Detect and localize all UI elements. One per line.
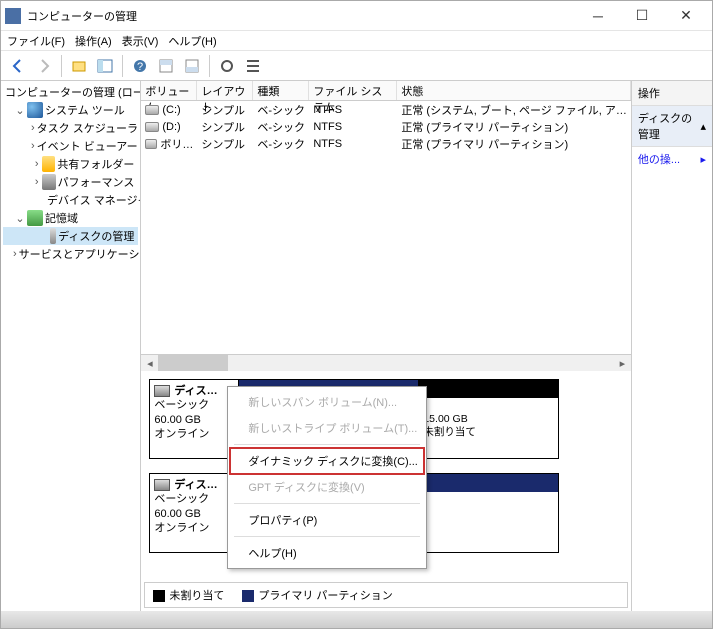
window-title: コンピューターの管理: [27, 8, 576, 24]
chevron-down-icon[interactable]: ⌄: [13, 212, 27, 225]
menu-view[interactable]: 表示(V): [122, 33, 159, 49]
help-icon[interactable]: ?: [129, 55, 151, 77]
storage-icon: [27, 210, 43, 226]
volume-list[interactable]: ボリューム レイアウト 種類 ファイル システム 状態 (C:)シンプルベ-シッ…: [141, 81, 631, 371]
tree-task-scheduler[interactable]: ›タスク スケジューラ: [3, 119, 138, 137]
menu-separator: [234, 536, 420, 537]
nav-tree[interactable]: コンピューターの管理 (ローカル) ⌄システム ツール ›タスク スケジューラ …: [1, 81, 141, 611]
disk-partition[interactable]: 15.00 GB未割り当て: [419, 379, 559, 459]
show-hide-tree-button[interactable]: [94, 55, 116, 77]
tree-performance[interactable]: ›パフォーマンス: [3, 173, 138, 191]
folder-icon: [42, 156, 55, 172]
tree-device-manager[interactable]: デバイス マネージャー: [3, 191, 138, 209]
menu-convert-gpt[interactable]: GPT ディスクに変換(V): [230, 474, 424, 500]
menu-help[interactable]: ヘルプ(H): [168, 33, 216, 49]
disk-icon: [154, 479, 170, 491]
tools-icon: [27, 102, 43, 118]
menu-separator: [234, 444, 420, 445]
volume-row[interactable]: ボリ…シンプルベ-シックNTFS正常 (プライマリ パーティション): [141, 135, 631, 152]
maximize-button[interactable]: ☐: [620, 2, 664, 30]
chevron-right-icon[interactable]: ›: [13, 248, 17, 260]
chevron-right-icon[interactable]: ›: [31, 176, 42, 188]
chevron-down-icon[interactable]: ⌄: [13, 104, 27, 117]
center-pane: ボリューム レイアウト 種類 ファイル システム 状態 (C:)シンプルベ-シッ…: [141, 81, 632, 611]
view-top-icon[interactable]: [155, 55, 177, 77]
menu-bar: ファイル(F) 操作(A) 表示(V) ヘルプ(H): [1, 31, 712, 51]
actions-pane: 操作 ディスクの管理▴ 他の操...▸: [632, 81, 712, 611]
separator: [122, 55, 123, 77]
context-menu[interactable]: 新しいスパン ボリューム(N)... 新しいストライプ ボリューム(T)... …: [227, 386, 427, 569]
actions-group[interactable]: ディスクの管理▴: [632, 106, 712, 147]
tree-event-viewer[interactable]: ›イベント ビューアー: [3, 137, 138, 155]
title-bar: コンピューターの管理 ─ ☐ ✕: [1, 1, 712, 31]
menu-properties[interactable]: プロパティ(P): [230, 507, 424, 533]
back-button[interactable]: [7, 55, 29, 77]
legend: 未割り当て プライマリ パーティション: [144, 582, 628, 608]
scroll-thumb[interactable]: [158, 355, 228, 371]
collapse-icon[interactable]: ▴: [700, 120, 706, 133]
tree-shared-folders[interactable]: ›共有フォルダー: [3, 155, 138, 173]
up-button[interactable]: [68, 55, 90, 77]
svg-text:?: ?: [137, 61, 143, 73]
scroll-right-icon[interactable]: ▸: [614, 355, 631, 371]
scroll-left-icon[interactable]: ◂: [141, 355, 158, 371]
scroll-track[interactable]: [228, 355, 614, 371]
legend-primary: プライマリ パーティション: [242, 587, 392, 603]
horizontal-scrollbar[interactable]: ◂ ▸: [141, 354, 631, 371]
volume-row[interactable]: (C:)シンプルベ-シックNTFS正常 (システム, ブート, ページ ファイル…: [141, 101, 631, 118]
tree-storage[interactable]: ⌄記憶域: [3, 209, 138, 227]
disk-icon: [50, 228, 56, 244]
legend-unallocated: 未割り当て: [153, 587, 224, 603]
disk-icon: [154, 385, 170, 397]
chevron-right-icon[interactable]: ›: [31, 122, 35, 134]
forward-button[interactable]: [33, 55, 55, 77]
minimize-button[interactable]: ─: [576, 2, 620, 30]
volume-headers: ボリューム レイアウト 種類 ファイル システム 状態: [141, 81, 631, 101]
menu-action[interactable]: 操作(A): [75, 33, 112, 49]
settings-icon[interactable]: [216, 55, 238, 77]
menu-help[interactable]: ヘルプ(H): [230, 540, 424, 566]
separator: [61, 55, 62, 77]
main-area: コンピューターの管理 (ローカル) ⌄システム ツール ›タスク スケジューラ …: [1, 81, 712, 611]
menu-new-striped[interactable]: 新しいストライプ ボリューム(T)...: [230, 415, 424, 441]
menu-new-spanned[interactable]: 新しいスパン ボリューム(N)...: [230, 389, 424, 415]
bottom-edge: [1, 611, 712, 628]
tree-system-tools[interactable]: ⌄システム ツール: [3, 101, 138, 119]
chevron-right-icon: ▸: [700, 153, 706, 166]
separator: [209, 55, 210, 77]
app-icon: [5, 8, 21, 24]
volume-icon: [145, 122, 159, 132]
col-fs[interactable]: ファイル システム: [309, 81, 397, 100]
disk-info[interactable]: ディス…ベーシック60.00 GBオンライン: [149, 473, 239, 553]
tree-root[interactable]: コンピューターの管理 (ローカル): [3, 83, 138, 101]
chevron-right-icon[interactable]: ›: [31, 158, 42, 170]
volume-icon: [145, 105, 159, 115]
volume-icon: [145, 139, 157, 149]
menu-file[interactable]: ファイル(F): [7, 33, 65, 49]
col-status[interactable]: 状態: [397, 81, 631, 100]
actions-header: 操作: [632, 81, 712, 106]
legend-swatch-black: [153, 590, 165, 602]
volume-row[interactable]: (D:)シンプルベ-シックNTFS正常 (プライマリ パーティション): [141, 118, 631, 135]
disk-info[interactable]: ディス…ベーシック60.00 GBオンライン: [149, 379, 239, 459]
close-button[interactable]: ✕: [664, 2, 708, 30]
col-type[interactable]: 種類: [253, 81, 309, 100]
actions-more[interactable]: 他の操...▸: [632, 147, 712, 171]
menu-separator: [234, 503, 420, 504]
col-volume[interactable]: ボリューム: [141, 81, 197, 100]
tree-services-apps[interactable]: ›サービスとアプリケーション: [3, 245, 138, 263]
performance-icon: [42, 174, 55, 190]
col-layout[interactable]: レイアウト: [197, 81, 253, 100]
toolbar: ?: [1, 51, 712, 81]
list-icon[interactable]: [242, 55, 264, 77]
tree-disk-management[interactable]: ディスクの管理: [3, 227, 138, 245]
view-bottom-icon[interactable]: [181, 55, 203, 77]
legend-swatch-blue: [242, 590, 254, 602]
chevron-right-icon[interactable]: ›: [31, 140, 35, 152]
menu-convert-dynamic[interactable]: ダイナミック ディスクに変換(C)...: [230, 448, 424, 474]
